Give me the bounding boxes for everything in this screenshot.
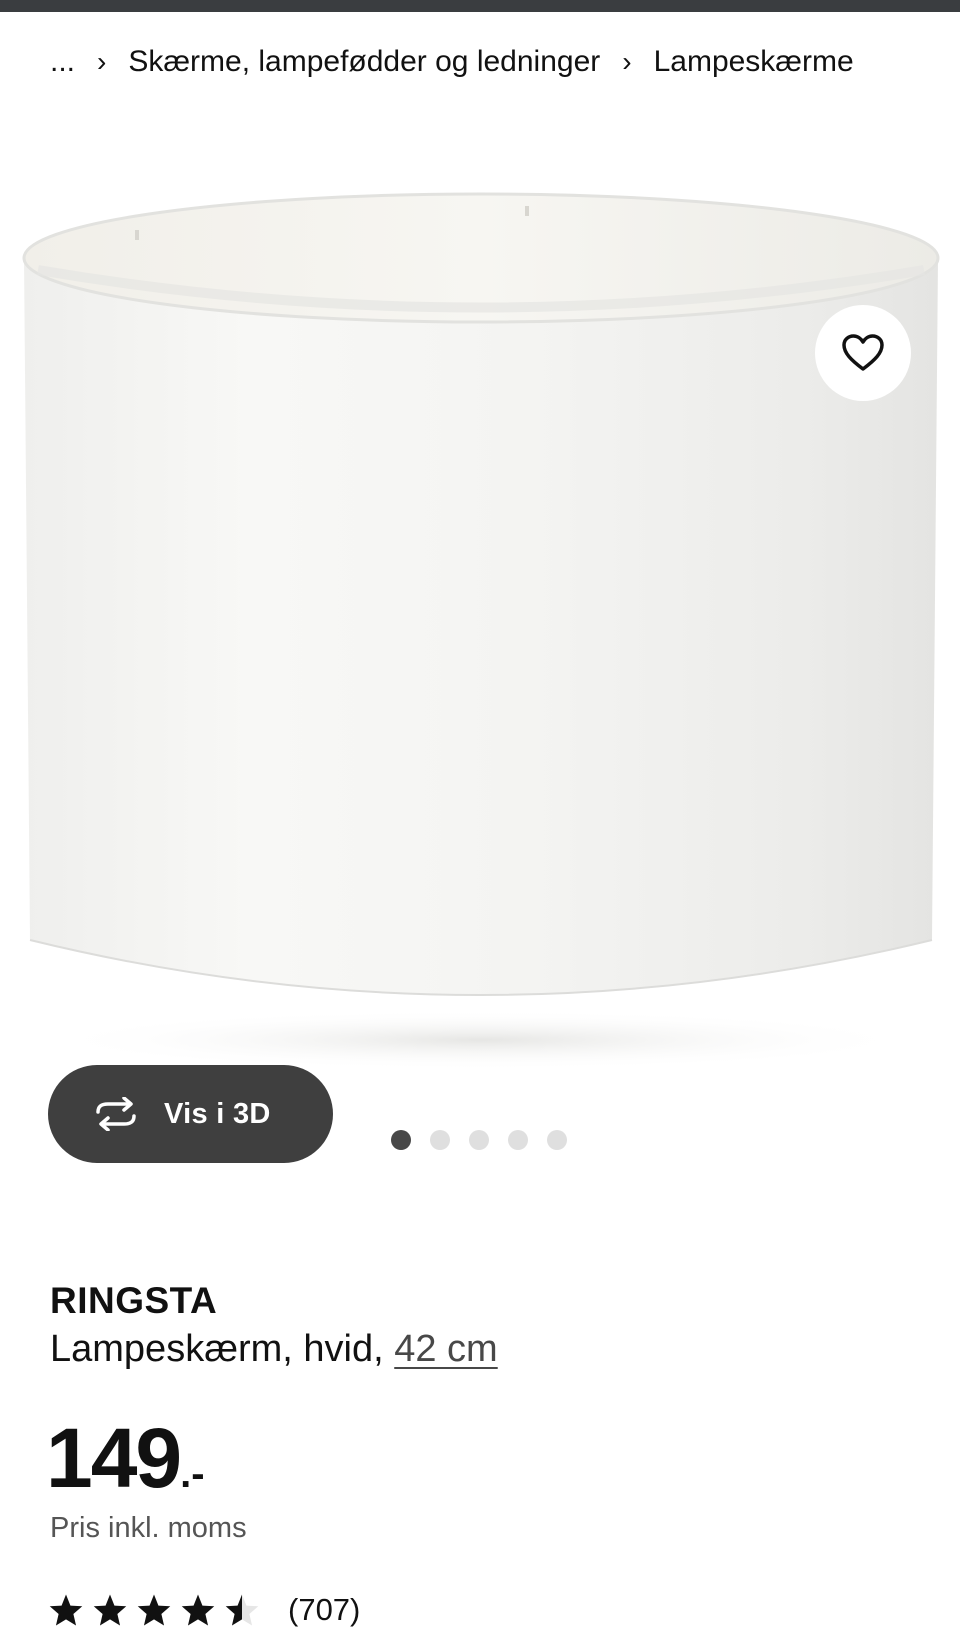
product-description-text: Lampeskærm, hvid, <box>50 1328 395 1370</box>
carousel-pagination <box>391 1130 567 1150</box>
star-half-icon <box>225 1594 259 1626</box>
price-note: Pris inkl. moms <box>50 1512 247 1544</box>
star-full-icon <box>49 1594 83 1626</box>
rating-stars <box>48 1593 260 1627</box>
chevron-right-icon: › <box>97 46 107 77</box>
product-description: Lampeskærm, hvid, 42 cm <box>50 1328 498 1371</box>
carousel-dot-1[interactable] <box>391 1130 411 1150</box>
product-image-gallery[interactable]: Vis i 3D <box>0 110 960 1163</box>
carousel-dot-2[interactable] <box>430 1130 450 1150</box>
star-full-icon <box>137 1594 171 1626</box>
price-suffix: .- <box>180 1452 205 1496</box>
breadcrumb: ... › Skærme, lampefødder og ledninger ›… <box>50 40 854 84</box>
rating-count: (707) <box>288 1592 361 1627</box>
carousel-dot-4[interactable] <box>508 1130 528 1150</box>
size-link[interactable]: 42 cm <box>394 1328 497 1370</box>
rating-summary[interactable]: (707) <box>48 1588 360 1632</box>
chevron-right-icon: › <box>622 46 632 77</box>
view-in-3d-button[interactable]: Vis i 3D <box>48 1065 333 1163</box>
breadcrumb-item-skaerme[interactable]: Skærme, lampefødder og ledninger <box>128 45 600 79</box>
star-full-icon <box>181 1594 215 1626</box>
rotate-3d-icon <box>90 1097 142 1131</box>
price-amount: 149 <box>46 1411 182 1505</box>
carousel-dot-5[interactable] <box>547 1130 567 1150</box>
add-to-favorites-button[interactable] <box>815 305 911 401</box>
carousel-dot-3[interactable] <box>469 1130 489 1150</box>
breadcrumb-ellipsis[interactable]: ... <box>50 45 75 79</box>
heart-outline-icon <box>842 334 884 371</box>
product-price: 149 .- <box>46 1410 205 1507</box>
product-image-lampshade <box>22 192 940 1070</box>
breadcrumb-item-lampeskaerme[interactable]: Lampeskærme <box>654 45 854 79</box>
top-status-bar <box>0 0 960 12</box>
star-full-icon <box>93 1594 127 1626</box>
view-in-3d-label: Vis i 3D <box>164 1097 271 1130</box>
product-name: RINGSTA <box>50 1280 218 1321</box>
